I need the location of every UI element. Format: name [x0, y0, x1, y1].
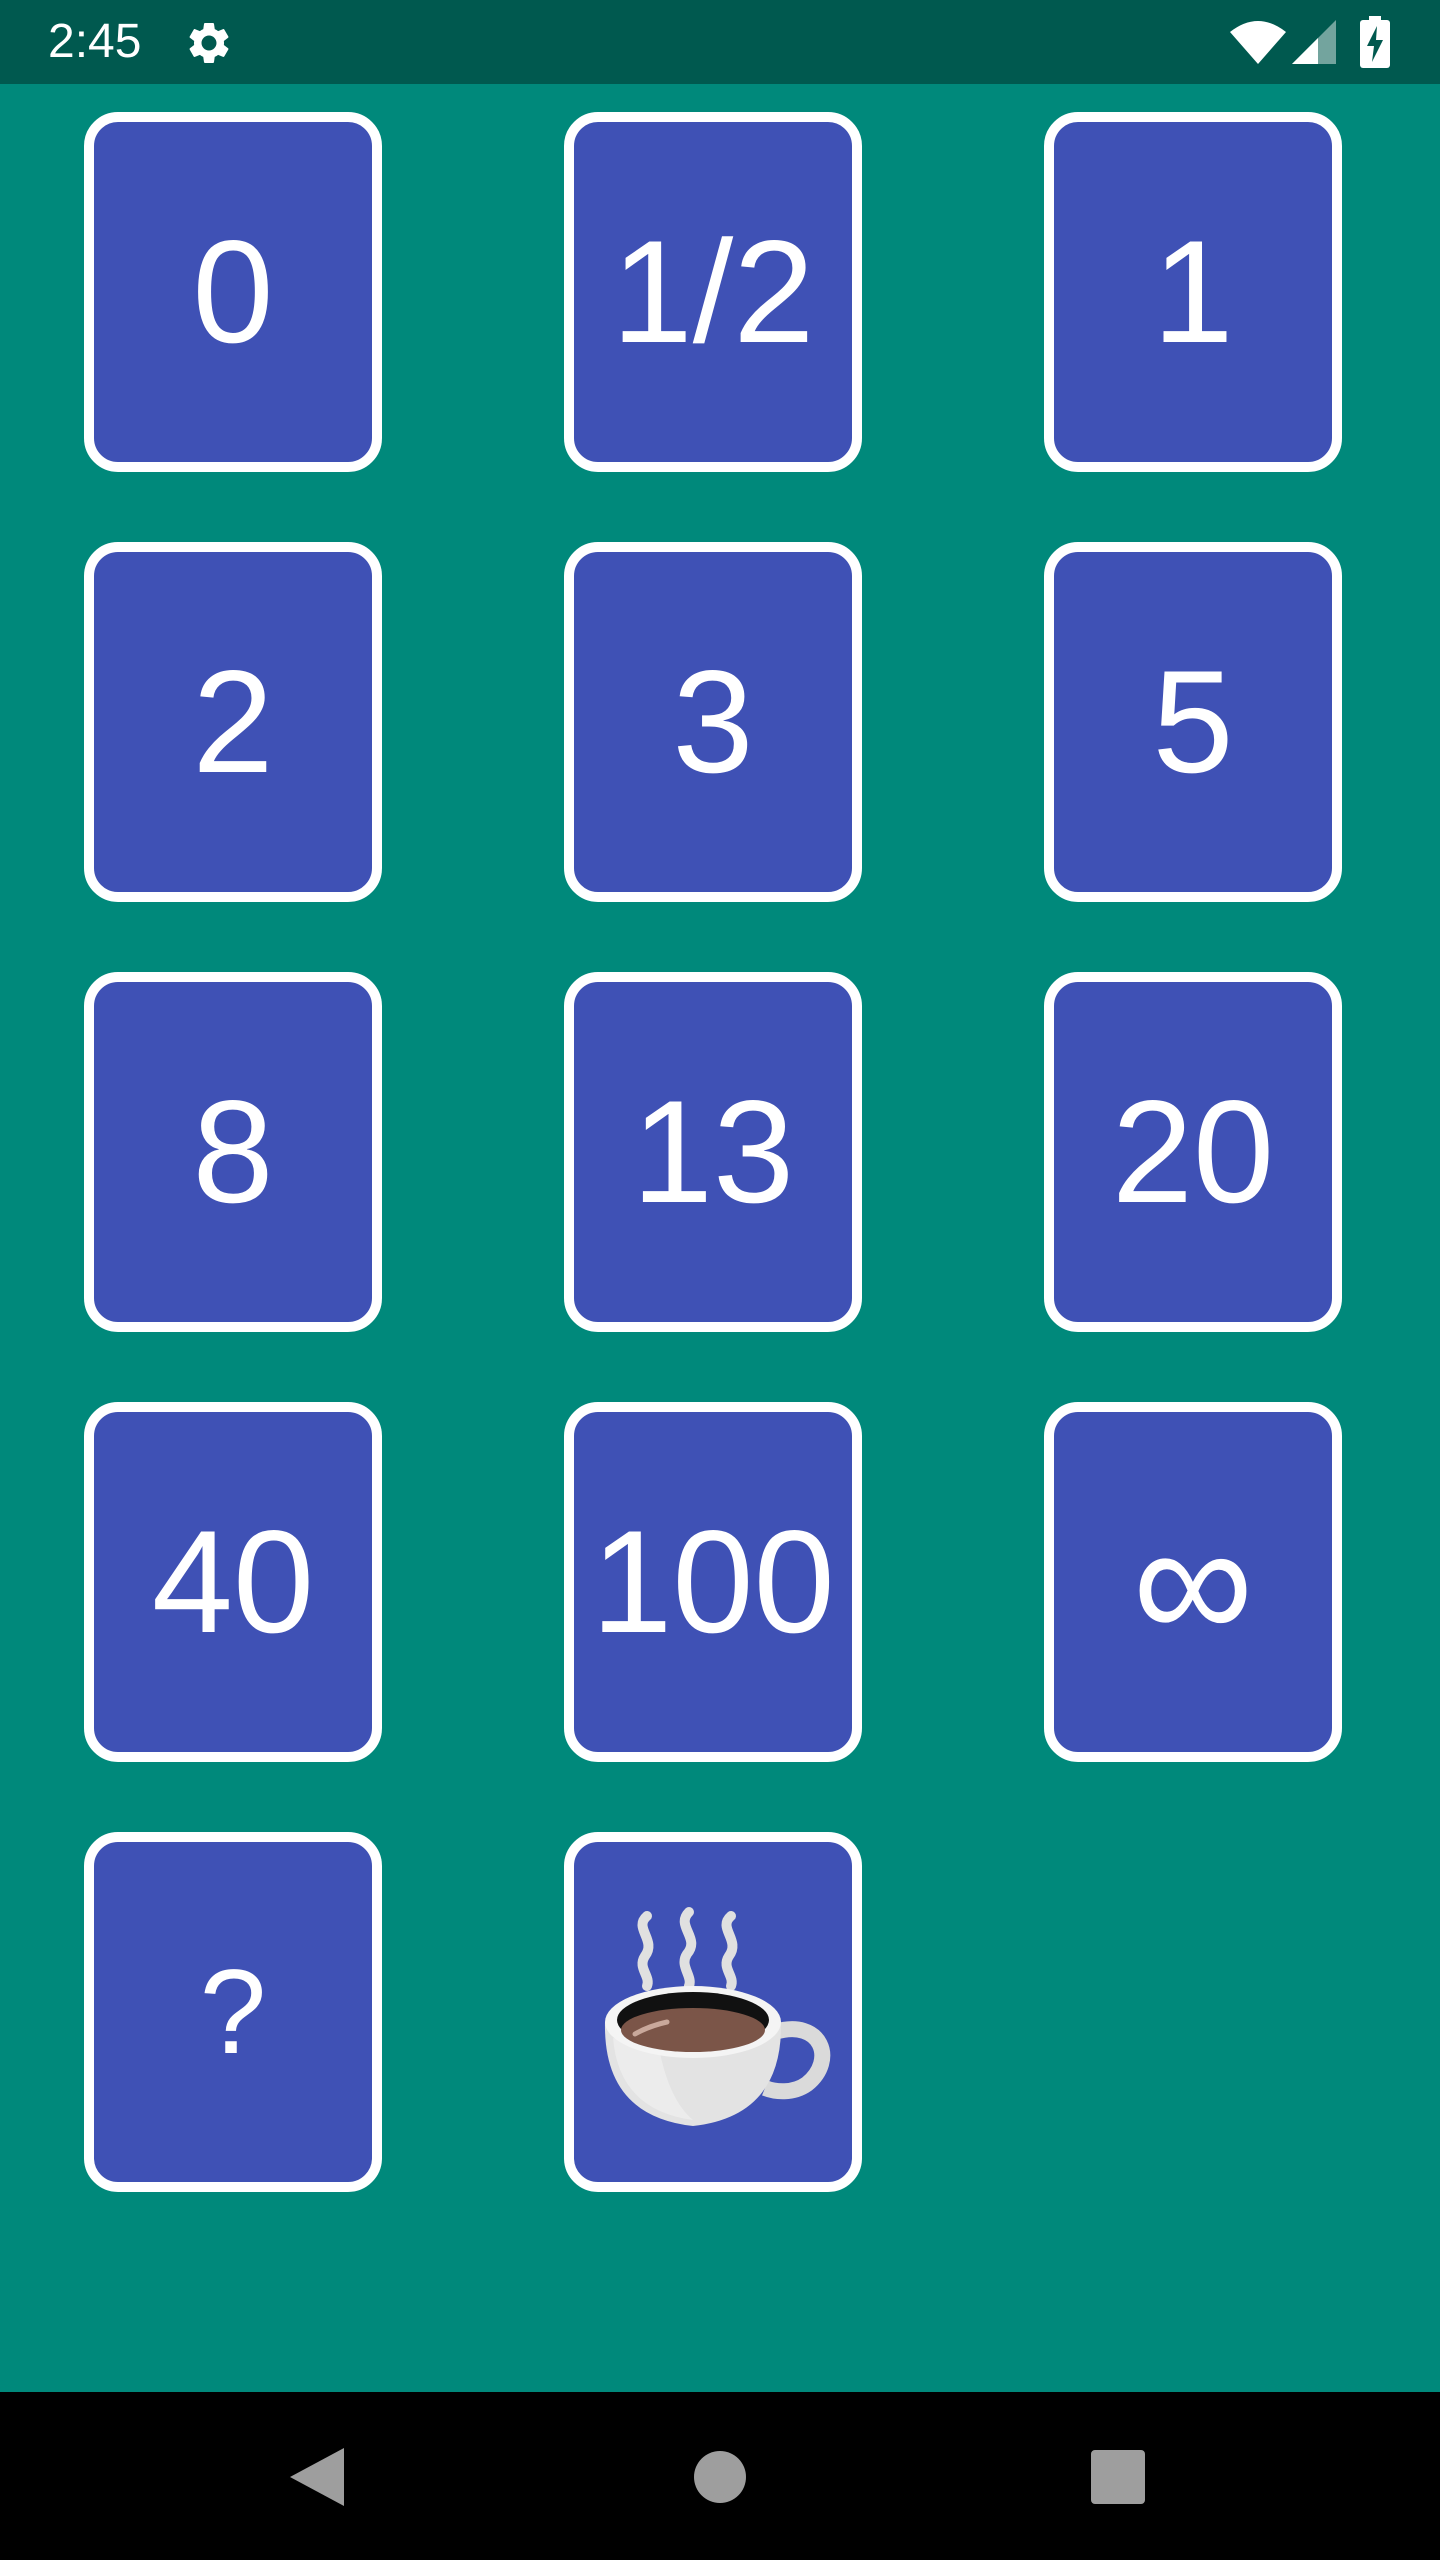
back-icon[interactable] — [272, 2432, 362, 2522]
card-label: 0 — [192, 210, 274, 373]
card-1[interactable]: 1 — [1044, 112, 1342, 472]
card-label: 3 — [672, 640, 754, 803]
card-label: ∞ — [1132, 1487, 1254, 1677]
wifi-icon — [1230, 21, 1286, 64]
card-40[interactable]: 40 — [84, 1402, 382, 1762]
card-label: 100 — [591, 1500, 835, 1663]
card-label: 1/2 — [611, 210, 815, 373]
card-infinity[interactable]: ∞ — [1044, 1402, 1342, 1762]
card-label: 20 — [1111, 1070, 1275, 1233]
card-half[interactable]: 1/2 — [564, 112, 862, 472]
card-label: 5 — [1152, 640, 1234, 803]
status-bar: 2:45 — [0, 0, 1440, 84]
card-0[interactable]: 0 — [84, 112, 382, 472]
recents-icon[interactable] — [1073, 2432, 1163, 2522]
card-label: 13 — [631, 1070, 795, 1233]
navigation-bar — [0, 2392, 1440, 2560]
home-icon[interactable] — [675, 2432, 765, 2522]
card-2[interactable]: 2 — [84, 542, 382, 902]
card-3[interactable]: 3 — [564, 542, 862, 902]
card-label: ? — [199, 1945, 267, 2079]
card-13[interactable]: 13 — [564, 972, 862, 1332]
card-label: 2 — [192, 640, 274, 803]
card-label: 40 — [151, 1500, 315, 1663]
gear-icon — [189, 22, 229, 63]
coffee-cup-icon — [604, 1907, 831, 2126]
card-label: 8 — [192, 1070, 274, 1233]
status-time: 2:45 — [48, 15, 142, 68]
card-100[interactable]: 100 — [564, 1402, 862, 1762]
card-8[interactable]: 8 — [84, 972, 382, 1332]
signal-icon — [1292, 20, 1336, 64]
card-coffee[interactable] — [564, 1832, 862, 2192]
estimate-card-grid: 0 1/2 1 2 3 5 8 13 20 40 100 ∞ ? — [0, 84, 1440, 2392]
card-20[interactable]: 20 — [1044, 972, 1342, 1332]
card-label: 1 — [1152, 210, 1234, 373]
card-5[interactable]: 5 — [1044, 542, 1342, 902]
battery-charging-icon — [1360, 16, 1390, 68]
card-question[interactable]: ? — [84, 1832, 382, 2192]
